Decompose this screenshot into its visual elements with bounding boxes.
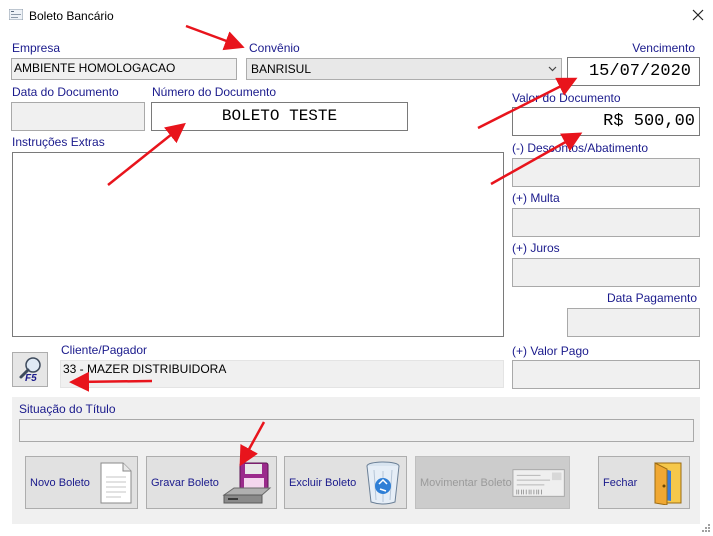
novo-boleto-button[interactable]: Novo Boleto	[25, 456, 138, 509]
vencimento-label: Vencimento	[632, 41, 695, 55]
instrucoes-label: Instruções Extras	[12, 135, 105, 149]
excluir-boleto-button[interactable]: Excluir Boleto	[284, 456, 407, 509]
descontos-label: (-) Descontos/Abatimento	[512, 141, 649, 155]
data-pagamento-field[interactable]	[567, 308, 700, 337]
close-window-button[interactable]	[684, 2, 712, 28]
fechar-label: Fechar	[603, 476, 638, 489]
recycle-bin-icon	[366, 461, 400, 504]
instrucoes-textarea[interactable]	[12, 152, 504, 337]
multa-field[interactable]	[512, 208, 700, 237]
juros-label: (+) Juros	[512, 241, 560, 255]
juros-field[interactable]	[512, 258, 700, 287]
convenio-label: Convênio	[249, 41, 300, 55]
title-bar: Boleto Bancário	[0, 0, 713, 32]
valor-documento-field[interactable]: R$ 500,00	[512, 107, 700, 136]
cliente-label: Cliente/Pagador	[61, 343, 148, 357]
gravar-boleto-button[interactable]: Gravar Boleto	[146, 456, 277, 509]
save-disk-icon	[222, 462, 272, 503]
window-title: Boleto Bancário	[29, 9, 114, 23]
data-documento-label: Data do Documento	[12, 85, 119, 99]
movimentar-boleto-button[interactable]: Movimentar Boleto	[415, 456, 570, 509]
empresa-field[interactable]: AMBIENTE HOMOLOGACAO	[11, 58, 237, 80]
excluir-boleto-label: Excluir Boleto	[289, 476, 357, 489]
convenio-select[interactable]: BANRISUL	[246, 58, 562, 80]
situacao-field[interactable]	[19, 419, 694, 442]
valor-documento-label: Valor do Documento	[512, 91, 621, 105]
numero-documento-label: Número do Documento	[152, 85, 277, 99]
resize-grip[interactable]	[700, 522, 711, 533]
data-documento-field[interactable]	[11, 102, 145, 131]
multa-label: (+) Multa	[512, 191, 560, 205]
valor-pago-label: (+) Valor Pago	[512, 344, 589, 358]
f5-key-label: F5	[25, 373, 37, 384]
situacao-label: Situação do Título	[19, 402, 116, 416]
valor-pago-field[interactable]	[512, 360, 700, 389]
chevron-down-icon	[548, 66, 557, 72]
app-icon	[8, 8, 24, 21]
cliente-field[interactable]: 33 - MAZER DISTRIBUIDORA	[60, 360, 504, 388]
data-pagamento-label: Data Pagamento	[606, 291, 697, 305]
gravar-boleto-label: Gravar Boleto	[151, 476, 219, 489]
fechar-button[interactable]: Fechar	[598, 456, 690, 509]
descontos-field[interactable]	[512, 158, 700, 187]
search-cliente-button[interactable]: F5	[12, 352, 48, 387]
close-icon	[692, 9, 704, 21]
movimentar-boleto-label: Movimentar Boleto	[420, 476, 512, 489]
vencimento-field[interactable]: 15/07/2020	[567, 57, 700, 86]
numero-documento-field[interactable]: BOLETO TESTE	[151, 102, 408, 131]
convenio-value: BANRISUL	[251, 62, 312, 76]
novo-boleto-label: Novo Boleto	[30, 476, 90, 489]
empresa-label: Empresa	[12, 41, 61, 55]
resize-grip-icon	[702, 524, 710, 532]
exit-door-icon	[654, 461, 682, 505]
bank-slip-icon	[512, 468, 565, 497]
new-document-icon	[100, 462, 132, 503]
